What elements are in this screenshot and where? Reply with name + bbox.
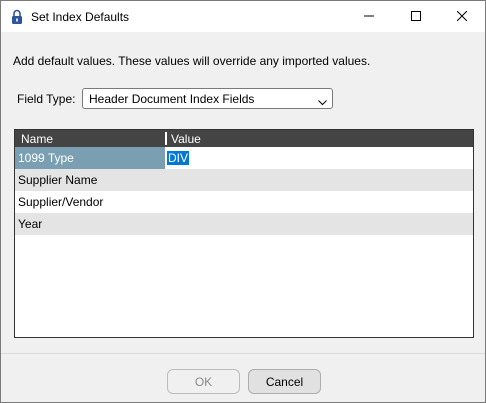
minimize-button[interactable] [346, 1, 392, 32]
table-row[interactable]: 1099 Type DIV [15, 147, 473, 169]
row-name-cell[interactable]: Supplier Name [15, 169, 165, 191]
window-title: Set Index Defaults [31, 10, 130, 24]
row-name-cell[interactable]: Supplier/Vendor [15, 191, 165, 213]
column-header-value[interactable]: Value [171, 132, 201, 146]
minimize-icon [364, 10, 374, 24]
row-value-cell[interactable] [165, 213, 473, 235]
chevron-down-icon [318, 95, 327, 106]
ok-button[interactable]: OK [167, 369, 240, 394]
field-type-select[interactable]: Header Document Index Fields [82, 88, 333, 109]
close-icon [456, 10, 468, 24]
table-row[interactable]: Supplier Name [15, 169, 473, 191]
intro-text: Add default values. These values will ov… [13, 54, 371, 68]
value-edit-field[interactable]: DIV [167, 151, 190, 165]
lock-icon [11, 9, 23, 25]
footer-divider [1, 353, 485, 354]
row-value-text [167, 173, 169, 187]
index-defaults-grid[interactable]: Name Value 1099 Type DIV Supplier Name S… [14, 129, 474, 338]
row-value-cell[interactable] [165, 191, 473, 213]
maximize-icon [411, 10, 421, 24]
field-type-label: Field Type: [17, 92, 76, 106]
column-separator[interactable] [165, 132, 167, 145]
cancel-button[interactable]: Cancel [248, 369, 321, 394]
maximize-button[interactable] [393, 1, 439, 32]
row-name-cell[interactable]: Year [15, 213, 165, 235]
field-type-selected-value: Header Document Index Fields [89, 92, 255, 106]
close-button[interactable] [439, 1, 485, 32]
table-row[interactable]: Supplier/Vendor [15, 191, 473, 213]
row-name-cell[interactable]: 1099 Type [15, 147, 165, 169]
row-value-text [167, 195, 169, 209]
row-value-cell[interactable]: DIV [165, 147, 473, 169]
grid-header: Name Value [15, 130, 473, 147]
table-row[interactable]: Year [15, 213, 473, 235]
row-value-cell[interactable] [165, 169, 473, 191]
row-value-text [167, 217, 169, 231]
title-bar[interactable]: Set Index Defaults [1, 1, 485, 32]
set-index-defaults-dialog: Set Index Defaults Add default values. T… [0, 0, 486, 403]
column-header-name[interactable]: Name [21, 132, 53, 146]
